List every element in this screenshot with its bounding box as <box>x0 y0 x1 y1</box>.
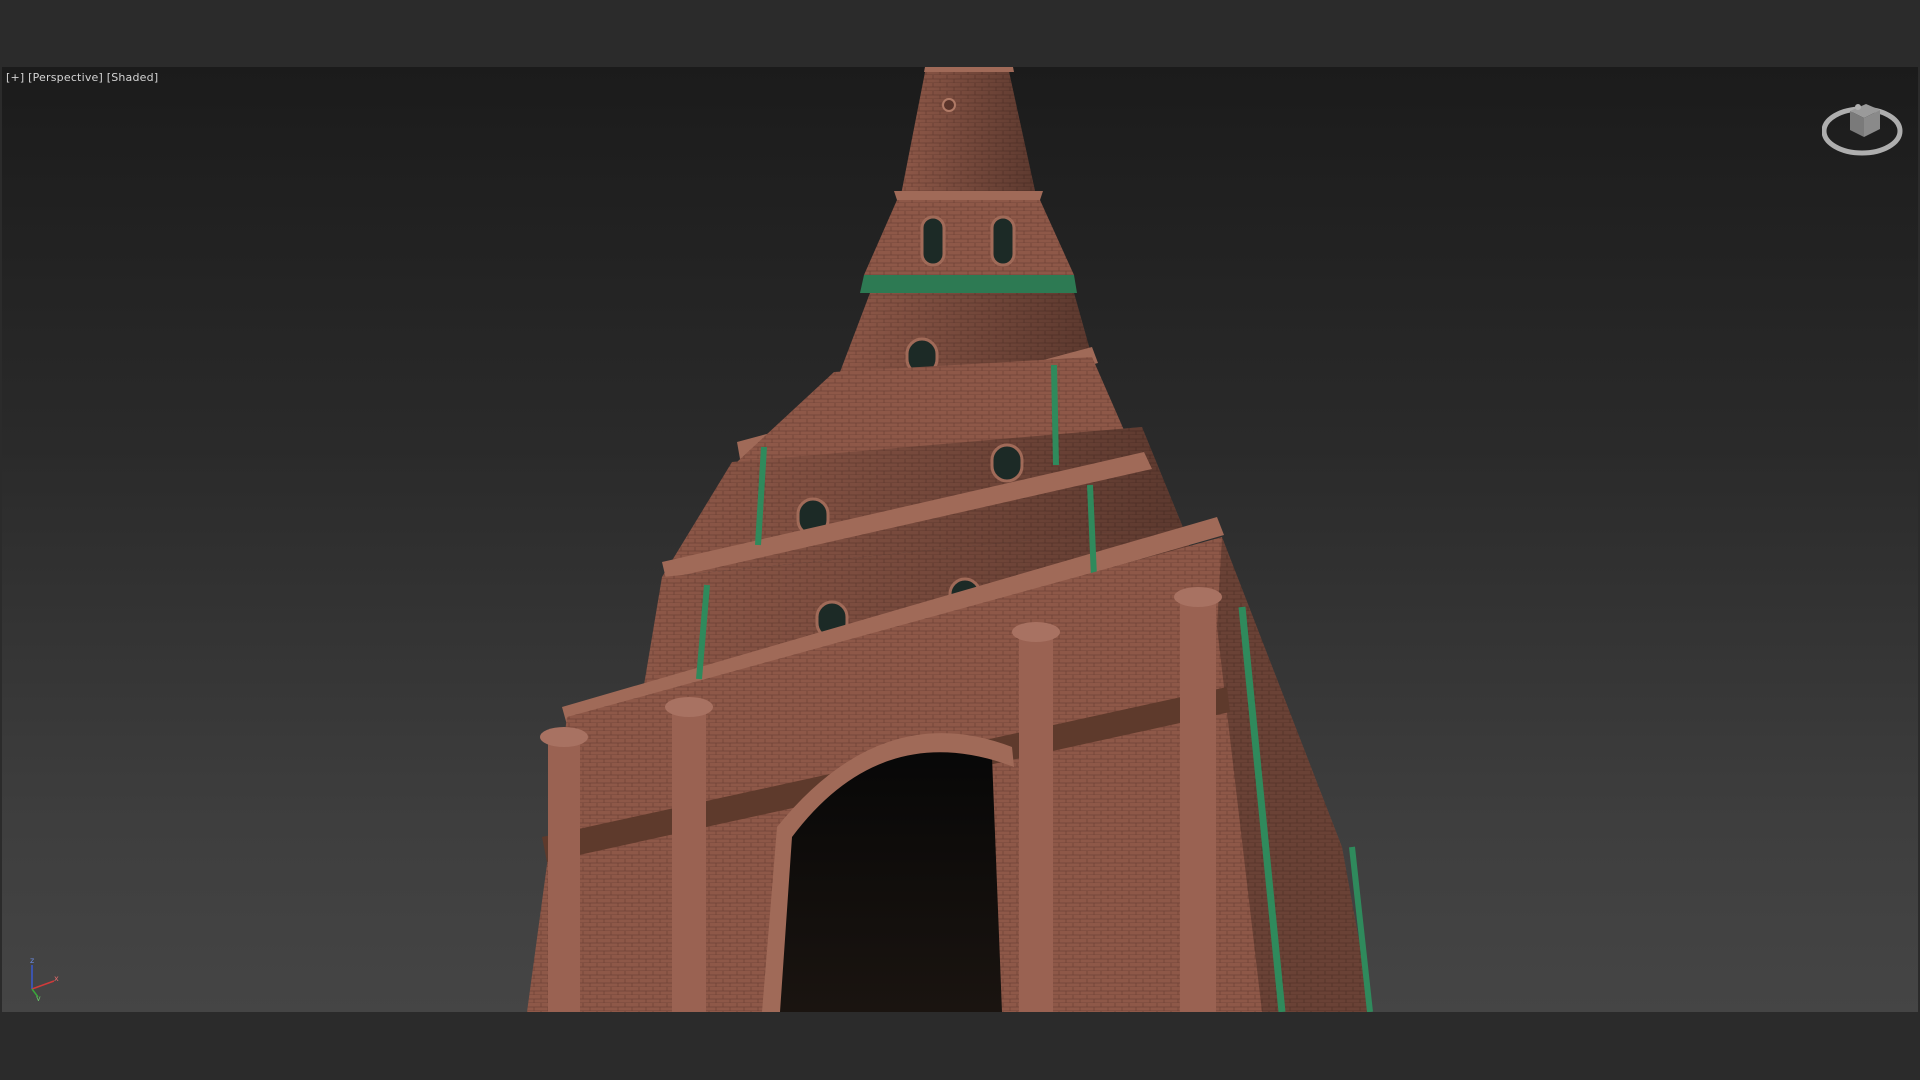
viewport-view-mode[interactable]: [Perspective] <box>28 71 103 84</box>
axis-tripod-icon: z x y <box>30 956 59 1001</box>
tower-upper-tier <box>860 191 1077 293</box>
3d-editor-window: [+] [Perspective] [Shaded] z x y <box>0 0 1920 1080</box>
axis-z-label: z <box>30 956 34 965</box>
viewport-label: [+] [Perspective] [Shaded] <box>6 71 158 84</box>
viewcube-icon[interactable] <box>1822 95 1908 161</box>
top-toolbar-area <box>0 0 1920 67</box>
bottom-status-area <box>0 1012 1920 1080</box>
viewport-menu-plus[interactable]: [+] <box>6 71 24 84</box>
tower-render <box>527 67 1373 1012</box>
axis-y-label: y <box>36 994 41 1001</box>
tower-spire <box>900 67 1037 200</box>
axis-x-label: x <box>54 974 59 983</box>
perspective-viewport[interactable]: [+] [Perspective] [Shaded] z x y <box>2 67 1918 1012</box>
viewport-shading-mode[interactable]: [Shaded] <box>107 71 159 84</box>
